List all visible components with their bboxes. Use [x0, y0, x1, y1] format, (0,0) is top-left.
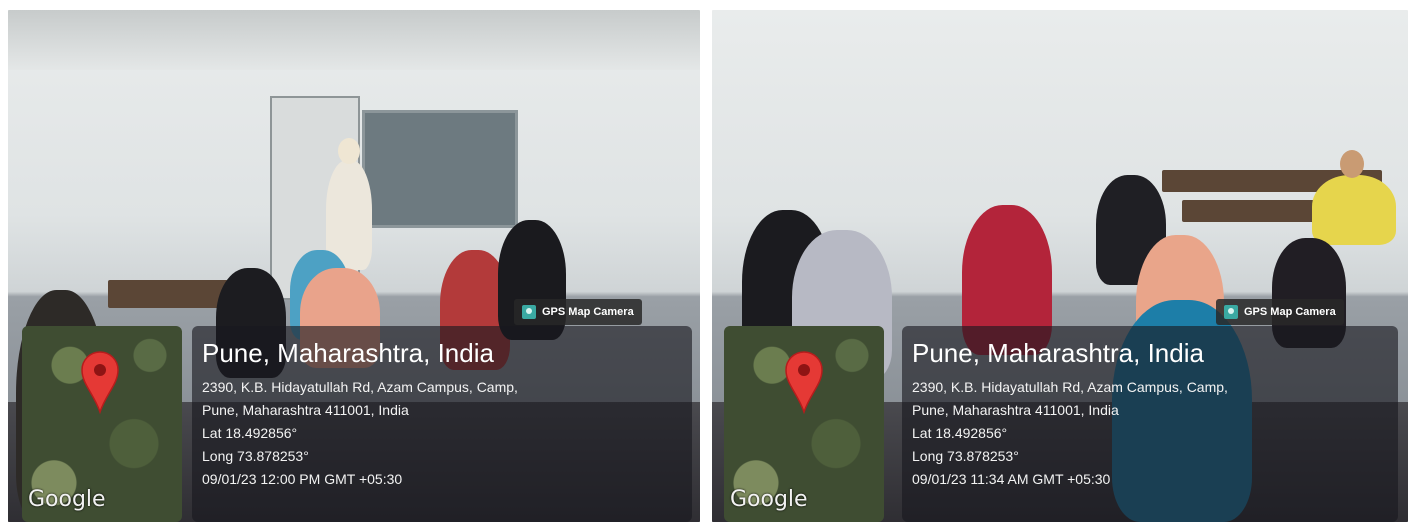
longitude: Long 73.878253° [912, 448, 1019, 464]
google-logo: Google [28, 487, 106, 512]
gps-camera-icon [1224, 305, 1238, 319]
address-line-2: Pune, Maharashtra 411001, India [202, 402, 409, 418]
address-line-1: 2390, K.B. Hidayatullah Rd, Azam Campus,… [202, 379, 518, 395]
teacher-head [338, 138, 360, 164]
timestamp: 09/01/23 11:34 AM GMT +05:30 [912, 471, 1111, 487]
latitude: Lat 18.492856° [912, 425, 1008, 441]
classroom-photo-left: GPS Map Camera Google Pune, Maharashtra,… [8, 10, 700, 522]
location-title: Pune, Maharashtra, India [202, 338, 494, 368]
teacher [1312, 175, 1396, 245]
map-thumbnail: Google [724, 326, 884, 522]
latitude: Lat 18.492856° [202, 425, 298, 441]
location-info-panel: Pune, Maharashtra, India 2390, K.B. Hida… [192, 326, 692, 522]
teacher-head [1340, 150, 1364, 178]
classroom-photo-right: GPS Map Camera Google Pune, Maharashtra,… [712, 10, 1408, 522]
ceiling [8, 10, 700, 70]
google-logo: Google [730, 487, 808, 512]
gps-map-camera-badge: GPS Map Camera [1216, 299, 1344, 325]
blackboard [362, 110, 518, 228]
address-line-1: 2390, K.B. Hidayatullah Rd, Azam Campus,… [912, 379, 1228, 395]
address-line-2: Pune, Maharashtra 411001, India [912, 402, 1119, 418]
longitude: Long 73.878253° [202, 448, 309, 464]
location-info-panel: Pune, Maharashtra, India 2390, K.B. Hida… [902, 326, 1398, 522]
map-thumbnail: Google [22, 326, 182, 522]
location-title: Pune, Maharashtra, India [912, 338, 1204, 368]
map-pin-icon [785, 351, 823, 414]
desk [108, 280, 228, 308]
gps-camera-icon [522, 305, 536, 319]
badge-label: GPS Map Camera [542, 306, 634, 318]
gps-map-camera-badge: GPS Map Camera [514, 299, 642, 325]
map-pin-icon [81, 351, 119, 414]
timestamp: 09/01/23 12:00 PM GMT +05:30 [202, 471, 403, 487]
badge-label: GPS Map Camera [1244, 306, 1336, 318]
